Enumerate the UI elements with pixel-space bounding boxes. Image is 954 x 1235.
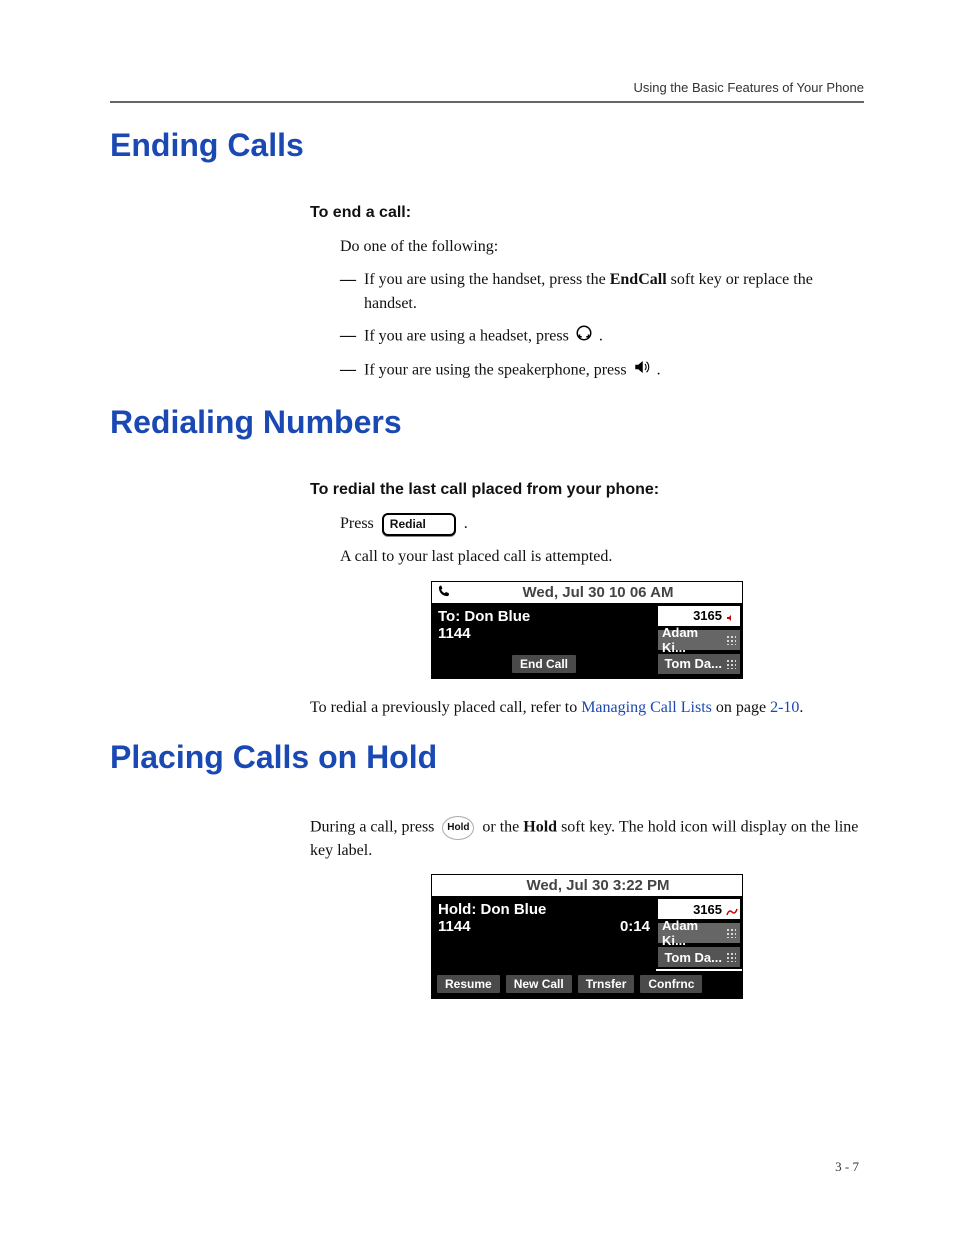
procedure-lead: To end a call: bbox=[310, 204, 864, 222]
section-heading-hold: Placing Calls on Hold bbox=[110, 739, 864, 776]
line-key-label: 3165 bbox=[693, 608, 722, 623]
procedure-intro: Do one of the following: bbox=[340, 236, 864, 258]
line-key-contact: Tom Da... bbox=[656, 945, 742, 969]
text: During a call, press bbox=[310, 819, 438, 836]
section-body: To end a call: Do one of the following: … bbox=[310, 204, 864, 384]
line-key-label: Adam Ki... bbox=[662, 918, 722, 948]
text: . bbox=[799, 699, 803, 716]
text: If your are using the speakerphone, pres… bbox=[364, 362, 631, 379]
reference-line: To redial a previously placed call, refe… bbox=[310, 697, 864, 719]
phone-title: Wed, Jul 30 10 06 AM bbox=[454, 582, 742, 603]
text: If you are using a headset, press bbox=[364, 328, 573, 345]
running-header: Using the Basic Features of Your Phone bbox=[110, 80, 864, 95]
phone-line-keys: 3165 Adam Ki... Tom Da... bbox=[656, 604, 742, 678]
hold-paragraph: During a call, press Hold or the Hold so… bbox=[310, 816, 864, 862]
section-body: To redial the last call placed from your… bbox=[310, 481, 864, 719]
keypad-icon bbox=[726, 659, 736, 669]
document-page: Using the Basic Features of Your Phone E… bbox=[0, 0, 954, 1235]
phone-line-keys: 3165 Adam Ki... Tom Da... bbox=[656, 897, 742, 971]
line-key-label: Tom Da... bbox=[664, 950, 722, 965]
redial-key-icon: Redial bbox=[382, 513, 456, 536]
text: . bbox=[599, 328, 603, 345]
line-key-empty bbox=[656, 676, 742, 678]
section-heading-redialing: Redialing Numbers bbox=[110, 404, 864, 441]
phone-titlebar: Wed, Jul 30 3:22 PM bbox=[432, 875, 742, 897]
phone-line2-right: 0:14 bbox=[620, 918, 650, 935]
text: . bbox=[464, 515, 468, 532]
phone-line1: Hold: Don Blue bbox=[432, 897, 656, 918]
text: . bbox=[657, 362, 661, 379]
text: or the bbox=[482, 819, 523, 836]
text: To redial a previously placed call, refe… bbox=[310, 699, 581, 716]
section-body: During a call, press Hold or the Hold so… bbox=[310, 816, 864, 999]
phone-softkey-bar: End Call bbox=[432, 651, 656, 678]
list-item: If you are using a headset, press . bbox=[340, 324, 864, 350]
bold-text: Hold bbox=[523, 819, 557, 836]
page-number: 3 - 7 bbox=[835, 1159, 859, 1175]
softkey-end-call: End Call bbox=[511, 654, 577, 674]
speaker-icon bbox=[633, 358, 651, 384]
keypad-icon bbox=[726, 928, 736, 938]
phone-title: Wed, Jul 30 3:22 PM bbox=[454, 875, 742, 896]
line-key-contact: Adam Ki... bbox=[656, 921, 742, 945]
line-key-label: Adam Ki... bbox=[662, 625, 722, 655]
hold-icon bbox=[726, 905, 736, 913]
press-line: Press Redial . bbox=[340, 513, 864, 536]
softkey-transfer: Trnsfer bbox=[577, 974, 636, 994]
line-key-contact: Tom Da... bbox=[656, 652, 742, 676]
phone-main-area: To: Don Blue 1144 End Call bbox=[432, 604, 656, 678]
text: Press bbox=[340, 515, 378, 532]
phone-line1: To: Don Blue bbox=[432, 604, 656, 625]
handset-icon bbox=[432, 582, 454, 602]
line-key-label: 3165 bbox=[693, 902, 722, 917]
list-item: If your are using the speakerphone, pres… bbox=[340, 358, 864, 384]
procedure-list: If you are using the handset, press the … bbox=[340, 268, 864, 384]
procedure-lead: To redial the last call placed from your… bbox=[310, 481, 864, 499]
softkey-new-call: New Call bbox=[505, 974, 573, 994]
line-key-contact: Adam Ki... bbox=[656, 628, 742, 652]
sound-icon bbox=[726, 611, 736, 621]
phone-titlebar: Wed, Jul 30 10 06 AM bbox=[432, 582, 742, 604]
phone-line2-left: 1144 bbox=[438, 918, 471, 935]
link-managing-call-lists[interactable]: Managing Call Lists bbox=[581, 699, 712, 716]
phone-main-area: Hold: Don Blue 1144 0:14 bbox=[432, 897, 656, 971]
after-text: A call to your last placed call is attem… bbox=[340, 546, 864, 568]
keypad-icon bbox=[726, 635, 736, 645]
softkey-confrnc: Confrnc bbox=[639, 974, 703, 994]
bold-text: EndCall bbox=[610, 271, 667, 288]
text: on page bbox=[712, 699, 770, 716]
hold-key-icon: Hold bbox=[442, 816, 474, 840]
link-page-ref[interactable]: 2-10 bbox=[770, 699, 799, 716]
blank-icon bbox=[432, 876, 454, 896]
line-key-label: Tom Da... bbox=[664, 656, 722, 671]
section-heading-ending-calls: Ending Calls bbox=[110, 127, 864, 164]
phone-screenshot-hold: Wed, Jul 30 3:22 PM Hold: Don Blue 1144 … bbox=[431, 874, 743, 999]
phone-line2-left: 1144 bbox=[438, 625, 471, 642]
keypad-icon bbox=[726, 952, 736, 962]
softkey-resume: Resume bbox=[436, 974, 501, 994]
phone-screenshot-redial: Wed, Jul 30 10 06 AM To: Don Blue 1144 E… bbox=[431, 581, 743, 679]
text: If you are using the handset, press the bbox=[364, 271, 610, 288]
header-rule bbox=[110, 101, 864, 103]
phone-softkey-bar: Resume New Call Trnsfer Confrnc bbox=[432, 971, 742, 998]
list-item: If you are using the handset, press the … bbox=[340, 268, 864, 316]
headset-icon bbox=[575, 324, 593, 350]
